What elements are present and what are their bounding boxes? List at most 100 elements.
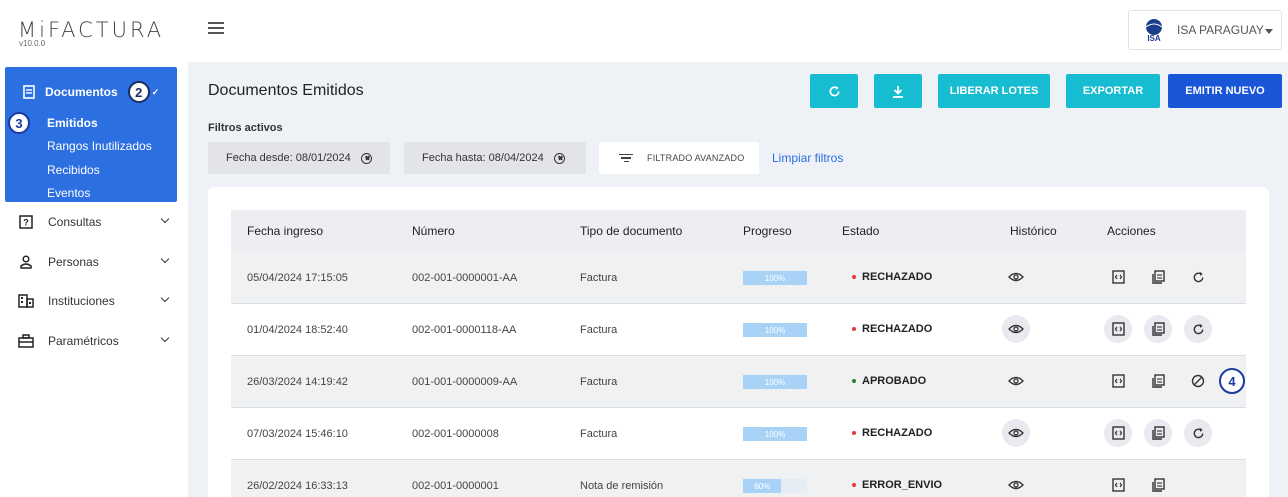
status-dot: [852, 379, 856, 383]
sidebar: Documentos 2 ✓ 3 Emitidos Rangos Inutili…: [0, 62, 188, 497]
building-icon: [18, 294, 34, 308]
top-bar: MiFACTURA v10.0.0 ISA ISA PARAGUAY: [0, 0, 1288, 62]
sidebar-item-instituciones[interactable]: Instituciones: [18, 293, 170, 308]
sidebar-item-parametricos[interactable]: Paramétricos: [18, 333, 170, 348]
column-header: Fecha ingreso: [247, 224, 324, 238]
app-version: v10.0.0: [19, 39, 46, 48]
cell-fecha: 07/03/2024 15:46:10: [247, 428, 348, 440]
company-logo-icon: ISA: [1145, 19, 1163, 43]
release-batches-button[interactable]: LIBERAR LOTES: [938, 74, 1050, 108]
svg-text:?: ?: [23, 218, 29, 228]
column-header: Progreso: [743, 224, 792, 238]
code-file-icon: [1111, 426, 1125, 440]
status-badge: RECHAZADO: [852, 323, 932, 335]
xml-view-button[interactable]: [1104, 315, 1132, 343]
resend-button[interactable]: [1184, 419, 1212, 447]
sidebar-item-documentos[interactable]: Documentos 2 ✓: [23, 81, 159, 103]
sidebar-active-group: Documentos 2 ✓ 3 Emitidos Rangos Inutili…: [5, 67, 177, 202]
status-dot: [852, 483, 856, 487]
cancel-document-button[interactable]: [1184, 367, 1212, 395]
sidebar-subitem-recibidos[interactable]: Recibidos: [47, 163, 100, 177]
pdf-view-button[interactable]: [1144, 471, 1172, 497]
active-filters-label: Filtros activos: [208, 122, 283, 134]
sidebar-item-consultas[interactable]: ? Consultas: [18, 214, 170, 229]
status-label: RECHAZADO: [862, 271, 933, 283]
company-selector[interactable]: ISA ISA PARAGUAY: [1128, 10, 1282, 50]
status-label: ERROR_ENVIO: [862, 479, 943, 491]
history-view-button[interactable]: [1002, 419, 1030, 447]
close-circle-icon[interactable]: [360, 152, 372, 164]
company-name: ISA PARAGUAY: [1177, 23, 1264, 37]
sidebar-item-personas[interactable]: Personas: [18, 254, 170, 269]
table-header: Fecha ingreso Número Tipo de documento P…: [231, 210, 1246, 252]
status-label: RECHAZADO: [862, 427, 933, 439]
sidebar-subitem-emitidos[interactable]: Emitidos: [47, 116, 98, 130]
advanced-filter-button[interactable]: FILTRADO AVANZADO: [599, 142, 759, 174]
eye-icon: [1008, 272, 1024, 282]
eye-icon: [1008, 324, 1024, 334]
code-file-icon: [1111, 374, 1125, 388]
status-label: APROBADO: [862, 375, 927, 387]
refresh-icon: [1193, 271, 1203, 282]
sidebar-item-label: Paramétricos: [48, 334, 119, 348]
filter-chip-date-from[interactable]: Fecha desde: 08/01/2024: [208, 142, 390, 174]
refresh-icon: [1193, 323, 1203, 334]
resend-button[interactable]: [1184, 315, 1212, 343]
xml-view-button[interactable]: [1104, 367, 1132, 395]
pdf-view-button[interactable]: [1144, 263, 1172, 291]
progress-fill: 100%: [743, 375, 807, 389]
xml-view-button[interactable]: [1104, 471, 1132, 497]
emit-new-button[interactable]: EMITIR NUEVO: [1168, 74, 1282, 108]
history-view-button[interactable]: [1002, 263, 1030, 291]
filter-icon: [619, 152, 633, 165]
refresh-button[interactable]: [810, 74, 858, 108]
history-view-button[interactable]: [1002, 367, 1030, 395]
chevron-down-icon: [160, 214, 170, 224]
status-dot: [852, 275, 856, 279]
status-badge: ERROR_ENVIO: [852, 479, 942, 491]
clear-filters-link[interactable]: Limpiar filtros: [772, 151, 843, 165]
close-circle-icon[interactable]: [553, 152, 565, 164]
resend-button[interactable]: [1184, 263, 1212, 291]
table-row: 05/04/2024 17:15:05 002-001-0000001-AA F…: [231, 252, 1246, 304]
sidebar-item-label: Consultas: [48, 215, 102, 229]
main-content: Documentos Emitidos LIBERAR LOTES EXPORT…: [188, 62, 1288, 497]
chevron-up-icon: ✓: [151, 86, 160, 97]
export-button[interactable]: EXPORTAR: [1066, 74, 1160, 108]
cancel-icon: [1191, 374, 1205, 388]
xml-view-button[interactable]: [1104, 263, 1132, 291]
table-row: 07/03/2024 15:46:10 002-001-0000008 Fact…: [231, 408, 1246, 460]
chevron-down-icon: [1265, 29, 1273, 34]
pdf-view-button[interactable]: [1144, 367, 1172, 395]
person-icon: [20, 255, 32, 269]
column-header: Tipo de documento: [580, 224, 683, 238]
pdf-view-button[interactable]: [1144, 315, 1172, 343]
table-row: 26/03/2024 14:19:42 001-001-0000009-AA F…: [231, 356, 1246, 408]
step-badge: 3: [8, 112, 30, 134]
filter-chip-date-to[interactable]: Fecha hasta: 08/04/2024: [404, 142, 586, 174]
chevron-down-icon: [160, 254, 170, 264]
pdf-icon: [1151, 322, 1165, 336]
code-file-icon: [1111, 270, 1125, 284]
history-view-button[interactable]: [1002, 471, 1030, 497]
status-dot: [852, 431, 856, 435]
cell-numero: 002-001-0000001-AA: [412, 272, 518, 284]
pdf-view-button[interactable]: [1144, 419, 1172, 447]
download-button[interactable]: [874, 74, 922, 108]
status-badge: RECHAZADO: [852, 271, 932, 283]
status-dot: [852, 327, 856, 331]
menu-icon[interactable]: [208, 22, 224, 36]
company-logo-text: ISA: [1147, 34, 1161, 43]
progress-bar: 100%: [743, 271, 807, 285]
pdf-icon: [1151, 374, 1165, 388]
sidebar-subitem-rangos[interactable]: Rangos Inutilizados: [47, 139, 152, 153]
refresh-icon: [829, 85, 840, 96]
filter-chip-label: Fecha hasta: 08/04/2024: [422, 152, 544, 164]
cell-tipo: Factura: [580, 324, 618, 336]
cell-numero: 001-001-0000009-AA: [412, 376, 518, 388]
progress-fill: 100%: [743, 427, 807, 441]
history-view-button[interactable]: [1002, 315, 1030, 343]
sidebar-subitem-eventos[interactable]: Eventos: [47, 186, 90, 200]
xml-view-button[interactable]: [1104, 419, 1132, 447]
sidebar-item-label: Documentos: [45, 85, 118, 99]
